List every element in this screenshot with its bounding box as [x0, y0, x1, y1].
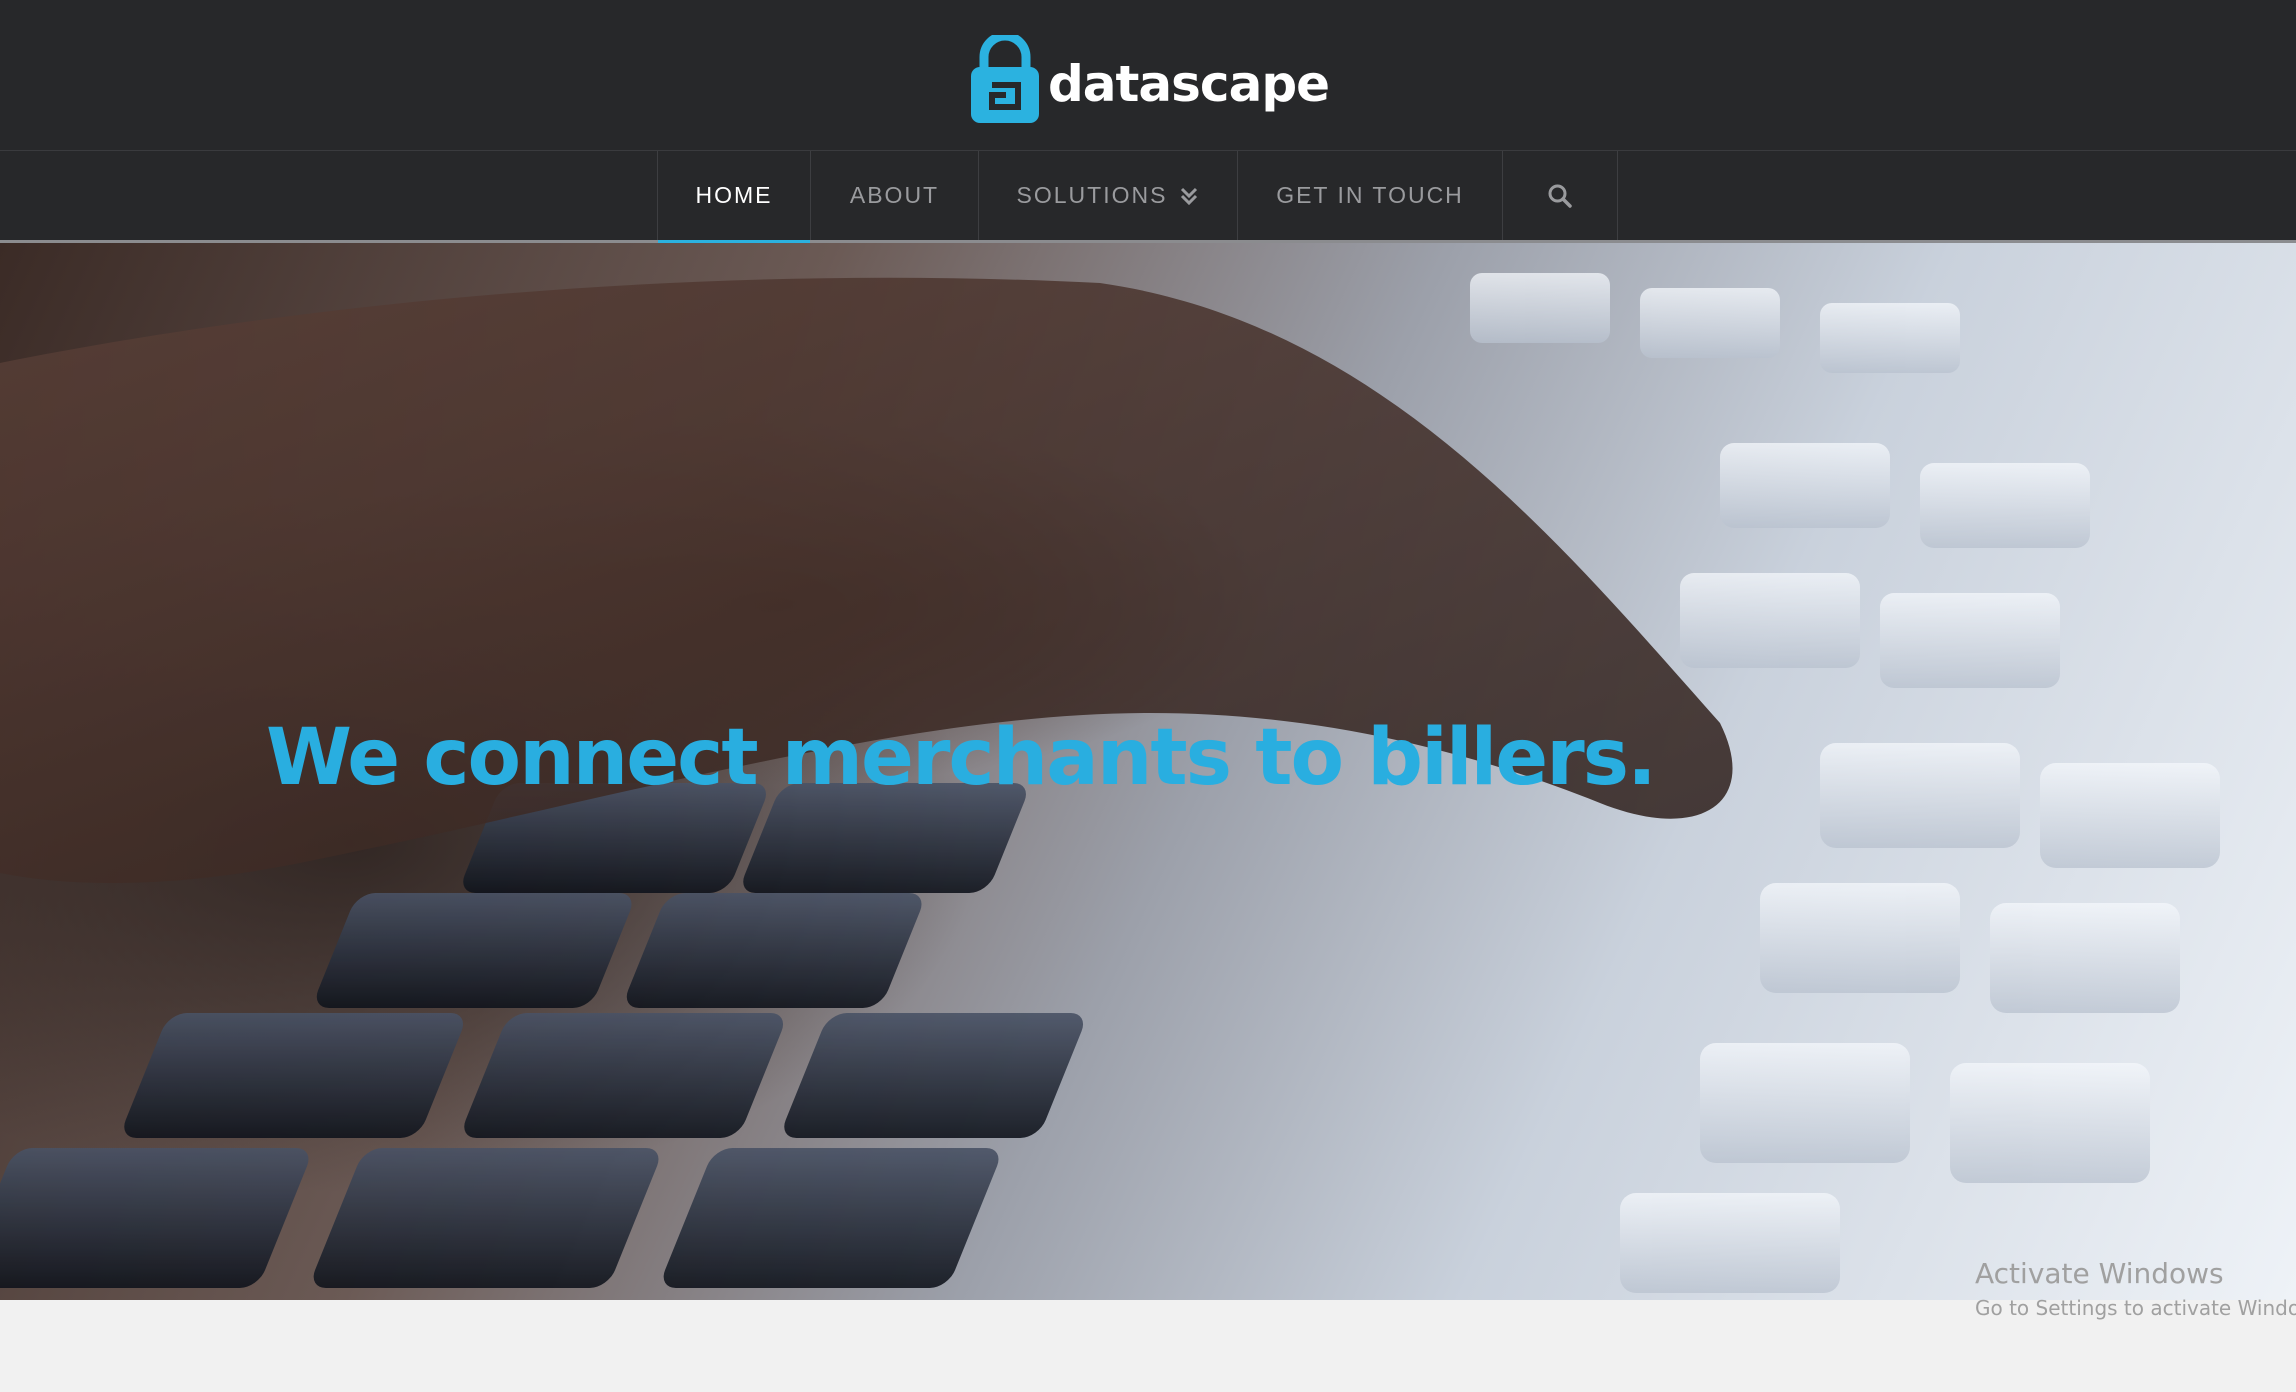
activate-windows-watermark: Activate Windows Go to Settings to activ…: [1975, 1257, 2296, 1320]
nav-item-solutions-label: SOLUTIONS: [1016, 182, 1168, 208]
nav-item-solutions[interactable]: SOLUTIONS: [979, 151, 1238, 240]
nav-item-about[interactable]: ABOUT: [811, 151, 979, 240]
padlock-logo-icon: [971, 35, 1039, 123]
nav-item-get-in-touch-label: GET IN TOUCH: [1276, 182, 1464, 208]
nav-item-get-in-touch[interactable]: GET IN TOUCH: [1238, 151, 1503, 240]
search-icon: [1548, 184, 1572, 208]
hero-banner: We connect merchants to billers.: [0, 243, 2296, 1300]
hero-headline: We connect merchants to billers.: [266, 713, 1657, 803]
nav-item-home-label: HOME: [695, 182, 773, 208]
search-button[interactable]: [1503, 151, 1618, 240]
brand-logo[interactable]: datascape: [970, 34, 1330, 124]
double-chevron-down-icon: [1179, 186, 1199, 206]
nav-item-about-label: ABOUT: [849, 182, 940, 208]
nav-item-home[interactable]: HOME: [658, 151, 811, 243]
masthead: datascape: [0, 0, 2296, 151]
main-navigation: HOME ABOUT SOLUTIONS GET IN TOUCH: [0, 151, 2296, 243]
watermark-subtitle: Go to Settings to activate Windows.: [1975, 1296, 2296, 1320]
brand-name: datascape: [1048, 55, 1330, 113]
watermark-title: Activate Windows: [1975, 1257, 2224, 1290]
